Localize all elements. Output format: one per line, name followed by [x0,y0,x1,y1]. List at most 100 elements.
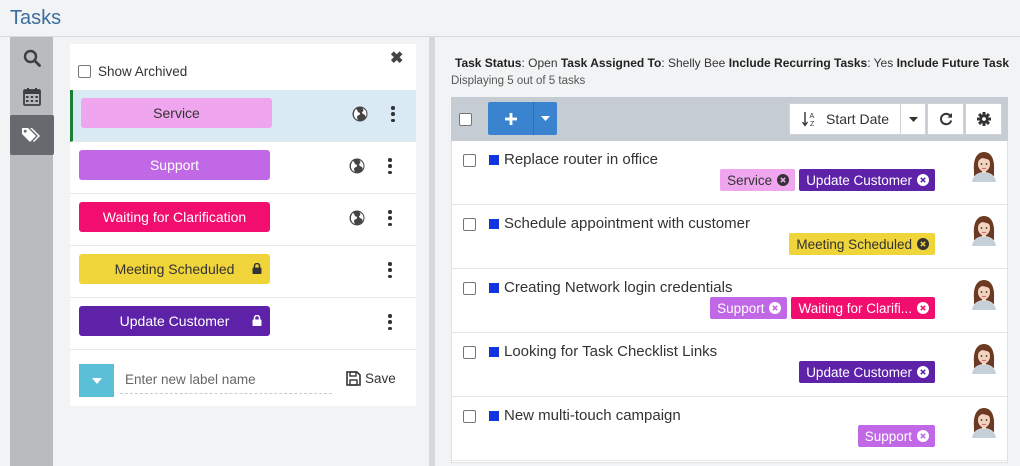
kebab-menu-icon[interactable] [386,312,394,332]
label-row[interactable]: Waiting for Clarification [70,194,416,246]
remove-tag-icon[interactable] [917,238,929,250]
side-toolstrip [10,37,54,466]
task-title[interactable]: Schedule appointment with customer [504,215,750,232]
label-row[interactable]: Update Customer [70,298,416,350]
save-label: Save [365,371,396,386]
show-archived-label: Show Archived [98,64,188,79]
task-title[interactable]: Replace router in office [504,151,658,168]
kebab-menu-icon[interactable] [389,104,397,124]
task-row[interactable]: Looking for Task Checklist Links Update C… [452,333,1007,397]
task-tags: Support [857,425,935,447]
new-label-input[interactable] [120,366,332,394]
task-row[interactable]: Creating Network login credentials Suppor… [452,269,1007,333]
add-task-button[interactable] [488,102,533,135]
refresh-button[interactable] [927,103,964,135]
label-chip[interactable]: Update Customer [79,306,270,336]
label-row[interactable]: Meeting Scheduled [70,246,416,298]
add-task-dropdown[interactable] [533,102,557,135]
task-tag[interactable]: Waiting for Clarifi... [791,297,935,319]
sort-alpha-icon: AZ [802,112,815,127]
task-title[interactable]: Looking for Task Checklist Links [504,343,717,360]
task-tag-label: Update Customer [806,172,912,188]
task-tag[interactable]: Support [857,425,935,447]
remove-tag-icon[interactable] [917,430,929,442]
svg-text:Z: Z [810,121,815,127]
filter-key: Task Status [455,56,522,70]
new-label-row: Save [70,352,416,406]
task-row[interactable]: New multi-touch campaign Support [452,397,1007,461]
show-archived-toggle[interactable]: Show Archived [78,64,187,79]
search-tool-button[interactable] [10,39,53,77]
plus-icon [504,112,517,125]
avatar [972,408,996,438]
labels-panel: Show Archived ✖ Service Support Waiting fo… [70,44,416,406]
remove-tag-icon[interactable] [777,174,790,186]
settings-button[interactable] [965,103,1002,135]
task-tag[interactable]: Meeting Scheduled [789,233,935,255]
gear-icon [976,112,991,126]
remove-tag-icon[interactable] [917,302,929,314]
filter-value: Open [528,56,558,70]
calendar-tool-button[interactable] [10,77,53,115]
task-tag-label: Update Customer [806,364,912,380]
close-icon [920,177,926,183]
svg-text:A: A [810,113,815,120]
show-archived-checkbox[interactable] [78,65,91,78]
kebab-menu-icon[interactable] [386,156,394,176]
task-checkbox[interactable] [463,346,476,359]
avatar [972,152,996,182]
task-tag[interactable]: Update Customer [799,361,935,383]
task-row[interactable]: Schedule appointment with customer Meetin… [452,205,1007,269]
sort-label: Start Date [826,111,890,127]
tags-tool-button[interactable] [10,115,54,155]
label-name: Support [149,157,200,173]
select-all-checkbox[interactable] [459,113,472,126]
close-icon[interactable]: ✖ [390,48,403,68]
globe-icon [349,158,365,174]
panel-splitter[interactable] [429,37,435,466]
remove-tag-icon[interactable] [917,174,929,186]
priority-marker [489,219,499,229]
filter-value: Shelly Bee [667,56,726,70]
save-button[interactable]: Save [346,371,396,386]
chevron-down-icon [91,377,102,384]
filter-value: Yes [873,56,894,70]
task-title[interactable]: Creating Network login credentials [504,279,732,296]
avatar [972,216,996,246]
task-checkbox[interactable] [463,154,476,167]
task-tags: Support Waiting for Clarifi... [710,297,935,319]
label-chip[interactable]: Meeting Scheduled [79,254,270,284]
label-row[interactable]: Service [70,90,416,142]
sort-dropdown[interactable] [901,103,926,135]
label-row[interactable]: Support [70,142,416,194]
task-checkbox[interactable] [463,218,476,231]
label-color-dropdown[interactable] [79,364,114,397]
task-tag[interactable]: Support [710,297,788,319]
label-chip[interactable]: Service [81,98,272,128]
kebab-menu-icon[interactable] [386,260,394,280]
remove-tag-icon[interactable] [917,366,929,378]
task-title[interactable]: New multi-touch campaign [504,407,681,424]
close-icon [920,433,926,439]
label-chip[interactable]: Support [79,150,270,180]
task-tag[interactable]: Update Customer [799,169,935,191]
avatar [972,344,996,374]
task-tag[interactable]: Service [720,169,796,191]
kebab-menu-icon[interactable] [386,208,394,228]
chevron-down-icon [541,116,550,121]
label-chip[interactable]: Waiting for Clarification [79,202,270,232]
task-row[interactable]: Replace router in office Service Update Cu… [452,141,1007,205]
filter-summary[interactable]: Task Status: Open Task Assigned To: Shel… [451,54,1009,72]
sort-button[interactable]: AZ Start Date [789,103,901,135]
globe-icon [349,210,365,226]
filter-colon: : [661,56,668,70]
label-name: Waiting for Clarification [102,209,247,225]
task-checkbox[interactable] [463,410,476,423]
task-tag-label: Support [864,428,912,444]
search-icon [23,49,41,67]
lock-icon [252,315,262,326]
task-checkbox[interactable] [463,282,476,295]
task-tag-label: Service [727,172,773,188]
avatar [972,280,996,310]
remove-tag-icon[interactable] [769,302,782,314]
